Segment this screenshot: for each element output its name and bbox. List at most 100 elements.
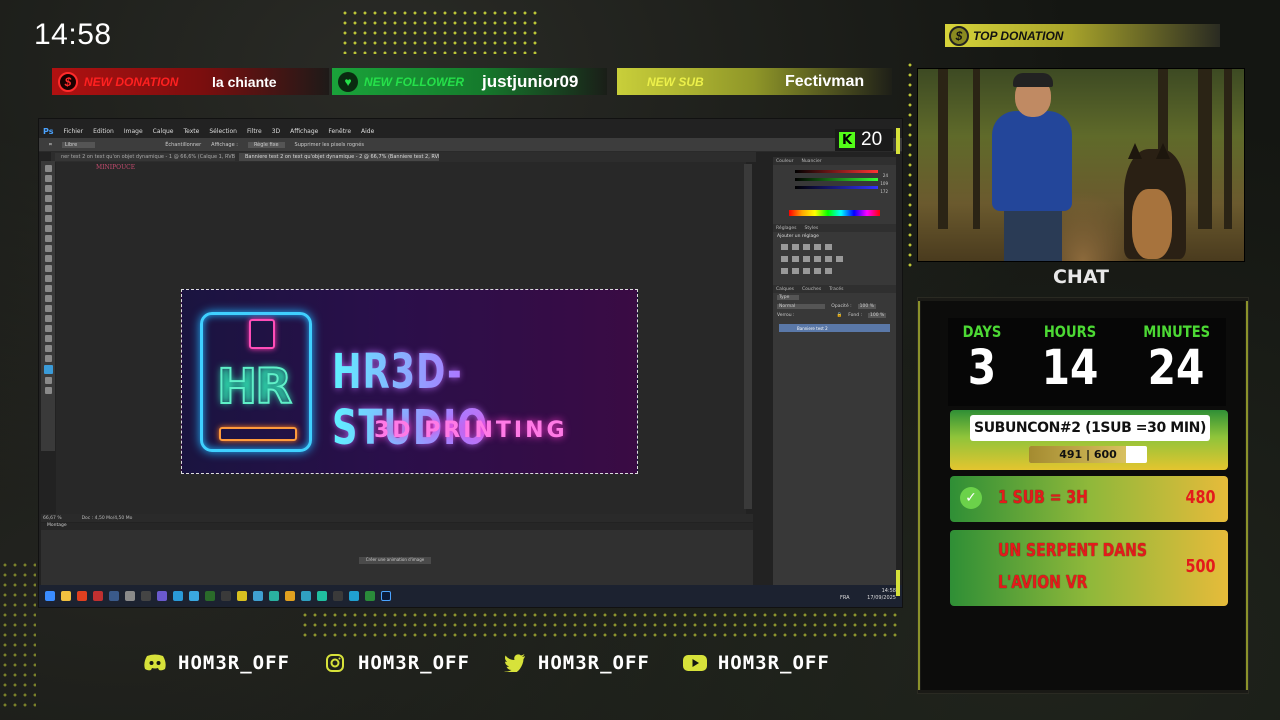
zoom-tool-icon[interactable] <box>44 355 52 362</box>
invert-icon[interactable] <box>781 268 788 274</box>
posterize-icon[interactable] <box>792 268 799 274</box>
app-icon-18[interactable] <box>333 591 343 601</box>
blur-tool-icon[interactable] <box>44 285 52 292</box>
menu-3d[interactable]: 3D <box>272 128 280 135</box>
blue-slider[interactable] <box>795 186 878 189</box>
social-instagram[interactable]: HOM3R_OFF <box>322 652 470 674</box>
obs-icon[interactable] <box>141 591 151 601</box>
banner-artwork[interactable]: HR HR3D-STUDIO 3D PRINTING <box>181 289 638 474</box>
app-icon-10[interactable] <box>205 591 215 601</box>
crop-tool-icon[interactable] <box>44 205 52 212</box>
photoshop-taskbar-icon[interactable] <box>381 591 391 601</box>
app-icon-12[interactable] <box>237 591 247 601</box>
explorer-icon[interactable] <box>61 591 71 601</box>
app-icon-9[interactable] <box>189 591 199 601</box>
social-youtube[interactable]: HOM3R_OFF <box>682 652 830 674</box>
green-slider[interactable] <box>795 178 878 181</box>
move-tool-icon[interactable] <box>44 165 52 172</box>
blue-value[interactable]: 172 <box>880 189 888 194</box>
app-icon-5[interactable] <box>125 591 135 601</box>
opacity-value[interactable]: 100 % <box>857 304 876 309</box>
layer-item[interactable]: Banniere test 2 <box>779 324 890 332</box>
option-ratio[interactable]: Libre <box>61 141 96 148</box>
dodge-tool-icon[interactable] <box>44 295 52 302</box>
option-sample[interactable]: Échantillonner <box>165 142 201 148</box>
tab-paths[interactable]: Tracés <box>829 287 843 292</box>
layer-kind-select[interactable]: Type <box>777 295 800 300</box>
wand-tool-icon[interactable] <box>44 195 52 202</box>
app-icon-11[interactable] <box>221 591 231 601</box>
ps-canvas-area[interactable]: MINIPOUCE HR HR3D-STUDIO 3D PRINTING <box>56 162 746 514</box>
brave-icon[interactable] <box>77 591 87 601</box>
photoshop-window[interactable]: Ps Fichier Edition Image Calque Texte Sé… <box>38 118 903 608</box>
hand-tool-icon[interactable] <box>44 345 52 352</box>
fill-value[interactable]: 100 % <box>868 313 887 318</box>
option-view[interactable]: Règle fixe <box>247 141 285 148</box>
menu-layer[interactable]: Calque <box>153 128 174 135</box>
tab-swatches[interactable]: Nuancier <box>801 159 821 164</box>
app-icon-3[interactable] <box>93 591 103 601</box>
menu-edit[interactable]: Edition <box>93 128 114 135</box>
eyedropper-tool-icon[interactable] <box>44 215 52 222</box>
bw-icon[interactable] <box>803 256 810 262</box>
crop-icon[interactable]: ⌗ <box>49 142 52 148</box>
selective-color-icon[interactable] <box>825 268 832 274</box>
menu-select[interactable]: Sélection <box>209 128 237 135</box>
exposure-icon[interactable] <box>814 244 821 250</box>
option-delete-cropped[interactable]: Supprimer les pixels rognés <box>295 142 364 148</box>
tab-color[interactable]: Couleur <box>776 159 793 164</box>
app-icon-17[interactable] <box>317 591 327 601</box>
history-brush-tool-icon[interactable] <box>44 255 52 262</box>
red-slider[interactable] <box>795 170 878 173</box>
social-twitter[interactable]: HOM3R_OFF <box>502 652 650 674</box>
menu-window[interactable]: Fenêtre <box>328 128 351 135</box>
app-icon-8[interactable] <box>173 591 183 601</box>
app-icon-16[interactable] <box>301 591 311 601</box>
gradient-tool-icon[interactable] <box>44 275 52 282</box>
green-value[interactable]: 109 <box>880 181 888 186</box>
lookup-icon[interactable] <box>836 256 843 262</box>
brush-tool-icon[interactable] <box>44 235 52 242</box>
color-spectrum[interactable] <box>789 210 880 216</box>
tab-layers[interactable]: Calques <box>776 287 794 292</box>
photo-filter-icon[interactable] <box>814 256 821 262</box>
doc-tab-2[interactable]: Banniere test 2 on text qu'objet dynamiq… <box>239 153 439 161</box>
tray-lang[interactable]: FRA <box>840 595 850 601</box>
path-select-tool-icon[interactable] <box>44 325 52 332</box>
lock-icon[interactable]: 🔒 <box>837 313 843 318</box>
menu-text[interactable]: Texte <box>184 128 200 135</box>
levels-icon[interactable] <box>792 244 799 250</box>
menu-view[interactable]: Affichage <box>290 128 318 135</box>
screenmode-icon[interactable] <box>44 387 52 394</box>
mixer-icon[interactable] <box>825 256 832 262</box>
type-tool-icon[interactable] <box>44 315 52 322</box>
red-value[interactable]: 24 <box>883 173 888 178</box>
threshold-icon[interactable] <box>803 268 810 274</box>
vibrance-icon[interactable] <box>825 244 832 250</box>
app-icon-20[interactable] <box>365 591 375 601</box>
create-animation-button[interactable]: Créer une animation d'image <box>359 557 431 564</box>
blend-mode-select[interactable]: Normal <box>777 304 826 309</box>
zoom-value[interactable]: 66,67 % <box>43 516 62 521</box>
stamp-tool-icon[interactable] <box>44 245 52 252</box>
windows-start-icon[interactable] <box>45 591 55 601</box>
tab-channels[interactable]: Couches <box>802 287 821 292</box>
ps-vertical-scrollbar[interactable] <box>744 164 752 509</box>
gradient-map-icon[interactable] <box>814 268 821 274</box>
hue-icon[interactable] <box>781 256 788 262</box>
app-icon-15[interactable] <box>285 591 295 601</box>
curves-icon[interactable] <box>803 244 810 250</box>
app-icon-14[interactable] <box>269 591 279 601</box>
brightness-icon[interactable] <box>781 244 788 250</box>
app-icon-13[interactable] <box>253 591 263 601</box>
balance-icon[interactable] <box>792 256 799 262</box>
healing-tool-icon[interactable] <box>44 225 52 232</box>
social-discord[interactable]: HOM3R_OFF <box>142 652 290 674</box>
shape-tool-icon[interactable] <box>44 335 52 342</box>
quickmask-icon[interactable] <box>44 377 52 384</box>
menu-filter[interactable]: Filtre <box>247 128 262 135</box>
lasso-tool-icon[interactable] <box>44 185 52 192</box>
tab-styles[interactable]: Styles <box>805 226 819 231</box>
pen-tool-icon[interactable] <box>44 305 52 312</box>
tab-adjustments[interactable]: Réglages <box>776 226 797 231</box>
